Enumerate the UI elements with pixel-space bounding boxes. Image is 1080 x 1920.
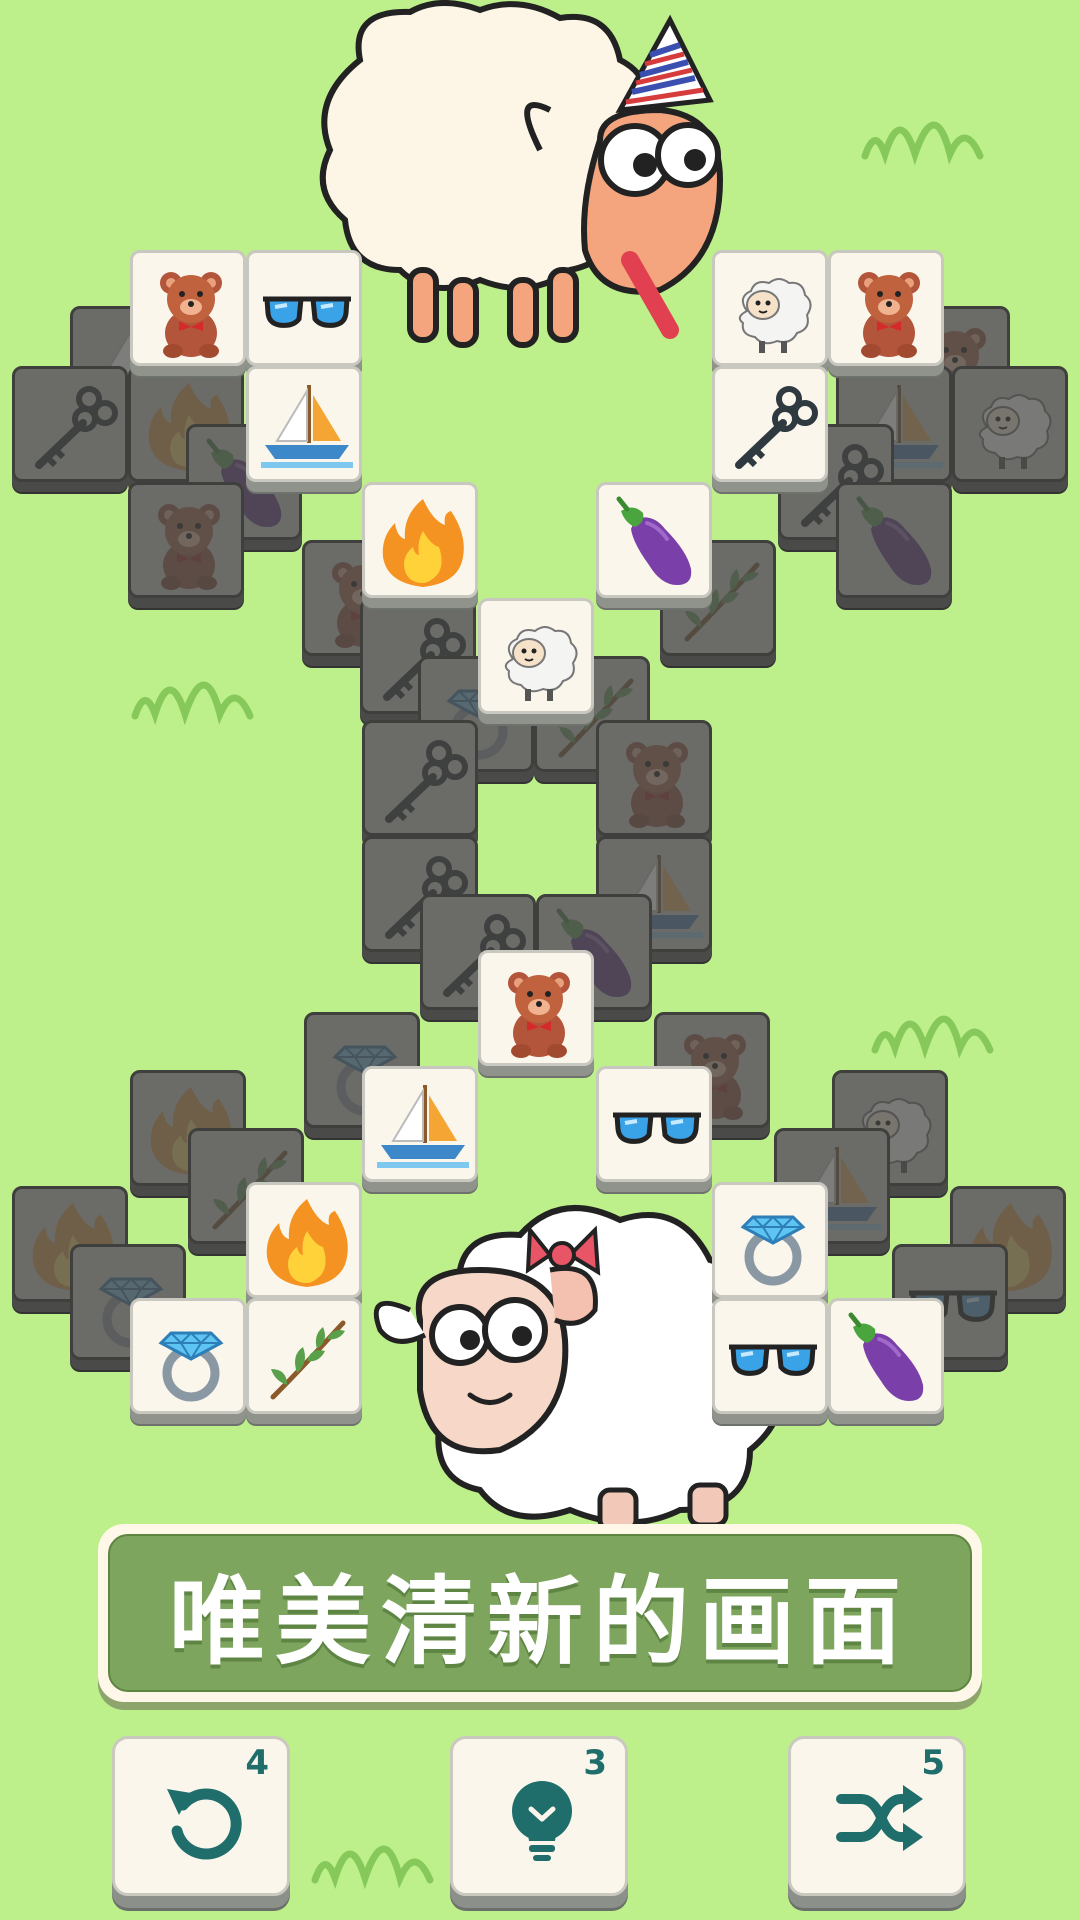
- tile-teddy-bear[interactable]: [478, 950, 594, 1066]
- tile-sunglasses[interactable]: [596, 1066, 712, 1182]
- undo-button[interactable]: 4: [112, 1736, 290, 1896]
- tile-sailboat[interactable]: [362, 1066, 478, 1182]
- locked-tile-sheep: [952, 366, 1068, 482]
- tile-branch[interactable]: [246, 1298, 362, 1414]
- tile-fire[interactable]: [246, 1182, 362, 1298]
- tile-sheep[interactable]: [478, 598, 594, 714]
- promo-banner: 唯美清新的画面: [98, 1524, 982, 1702]
- locked-tile-key: [12, 366, 128, 482]
- shuffle-icon: [836, 1785, 923, 1851]
- locked-tile-key: [362, 720, 478, 836]
- promo-banner-text: 唯美清新的画面: [169, 1565, 911, 1678]
- locked-tile-eggplant: [836, 482, 952, 598]
- shuffle-button[interactable]: 5: [788, 1736, 966, 1896]
- lightbulb-icon: [512, 1781, 572, 1861]
- tile-sailboat[interactable]: [246, 366, 362, 482]
- tile-ring[interactable]: [130, 1298, 246, 1414]
- hint-button[interactable]: 3: [450, 1736, 628, 1896]
- tile-eggplant[interactable]: [596, 482, 712, 598]
- game-board: 唯美清新的画面 4 3 5: [0, 0, 1080, 1920]
- tile-fire[interactable]: [362, 482, 478, 598]
- tile-teddy-bear[interactable]: [130, 250, 246, 366]
- tile-key[interactable]: [712, 366, 828, 482]
- grass-decoration: [861, 121, 984, 166]
- grass-decoration: [311, 1845, 434, 1890]
- grass-decoration: [871, 1015, 994, 1060]
- tile-sunglasses[interactable]: [712, 1298, 828, 1414]
- tile-sunglasses[interactable]: [246, 250, 362, 366]
- tile-sheep[interactable]: [712, 250, 828, 366]
- locked-tile-teddy-bear: [596, 720, 712, 836]
- tile-eggplant[interactable]: [828, 1298, 944, 1414]
- grass-decoration: [131, 681, 254, 726]
- locked-tile-teddy-bear: [128, 482, 244, 598]
- promo-banner-panel: 唯美清新的画面: [108, 1534, 972, 1692]
- tile-teddy-bear[interactable]: [828, 250, 944, 366]
- tile-ring[interactable]: [712, 1182, 828, 1298]
- party-sheep-illustration: [319, 0, 724, 348]
- undo-icon: [167, 1788, 242, 1860]
